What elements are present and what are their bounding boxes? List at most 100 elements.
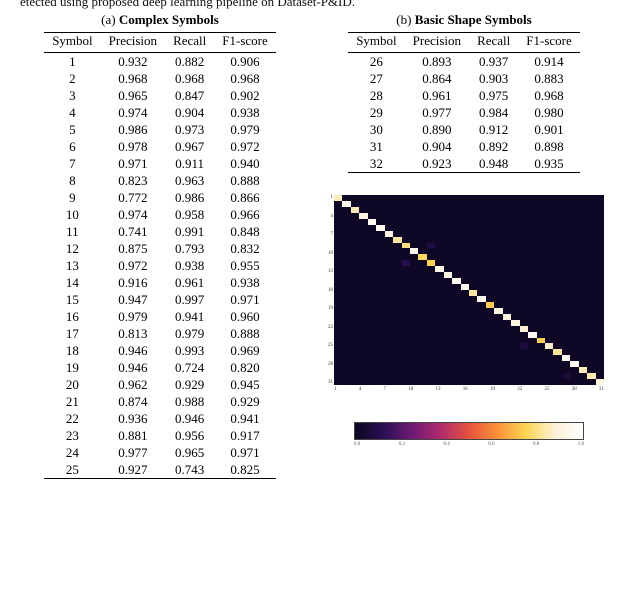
subcaption-b: (b) Basic Shape Symbols xyxy=(314,12,614,28)
colorbar-tick: 0.2 xyxy=(399,442,405,447)
cell-f1: 0.820 xyxy=(214,359,276,376)
cell-recall: 0.975 xyxy=(469,87,518,104)
cell-f1: 0.945 xyxy=(214,376,276,393)
cell-f1: 0.979 xyxy=(214,121,276,138)
ytick: 7 xyxy=(321,232,333,237)
cell-precision: 0.936 xyxy=(101,410,165,427)
heatmap-cell xyxy=(427,379,435,385)
heatmap-figure: 1471013161922252831 1471013161922252831 … xyxy=(314,195,614,447)
cell-precision: 0.916 xyxy=(101,274,165,291)
xtick: 16 xyxy=(463,387,468,392)
cell-recall: 0.904 xyxy=(165,104,214,121)
cell-symbol: 30 xyxy=(348,121,404,138)
cell-f1: 0.966 xyxy=(214,206,276,223)
cell-recall: 0.965 xyxy=(165,444,214,461)
cell-precision: 0.881 xyxy=(101,427,165,444)
table-row: 190.9460.7240.820 xyxy=(44,359,276,376)
table-row: 70.9710.9110.940 xyxy=(44,155,276,172)
heatmap-cell xyxy=(553,379,561,385)
table-row: 240.9770.9650.971 xyxy=(44,444,276,461)
cell-precision: 0.972 xyxy=(101,257,165,274)
cell-recall: 0.979 xyxy=(165,325,214,342)
table-row: 30.9650.8470.902 xyxy=(44,87,276,104)
cell-recall: 0.892 xyxy=(469,138,518,155)
cell-precision: 0.978 xyxy=(101,138,165,155)
table-row: 180.9460.9930.969 xyxy=(44,342,276,359)
table-row: 130.9720.9380.955 xyxy=(44,257,276,274)
cell-precision: 0.977 xyxy=(405,104,469,121)
colorbar-tick: 0.6 xyxy=(488,442,494,447)
cell-symbol: 10 xyxy=(44,206,100,223)
cell-f1: 0.971 xyxy=(214,291,276,308)
cell-recall: 0.724 xyxy=(165,359,214,376)
heatmap-cell xyxy=(596,379,604,385)
xtick: 13 xyxy=(436,387,441,392)
table-row: 90.7720.9860.866 xyxy=(44,189,276,206)
cell-precision: 0.961 xyxy=(405,87,469,104)
table-row: 220.9360.9460.941 xyxy=(44,410,276,427)
cell-precision: 0.893 xyxy=(405,53,469,71)
cell-precision: 0.923 xyxy=(405,155,469,173)
table-row: 40.9740.9040.938 xyxy=(44,104,276,121)
cell-f1: 0.968 xyxy=(518,87,580,104)
cell-recall: 0.911 xyxy=(165,155,214,172)
table-complex: Symbol Precision Recall F1-score 10.9320… xyxy=(44,32,276,479)
colorbar-tick: 0.8 xyxy=(533,442,539,447)
cell-f1: 0.940 xyxy=(214,155,276,172)
cell-precision: 0.979 xyxy=(101,308,165,325)
ytick: 31 xyxy=(321,380,333,385)
table-row: 160.9790.9410.960 xyxy=(44,308,276,325)
table-row: 120.8750.7930.832 xyxy=(44,240,276,257)
table-row: 260.8930.9370.914 xyxy=(348,53,580,71)
th-symbol: Symbol xyxy=(44,33,100,53)
heatmap-cell xyxy=(562,379,570,385)
ytick: 16 xyxy=(321,288,333,293)
cell-recall: 0.961 xyxy=(165,274,214,291)
cell-f1: 0.832 xyxy=(214,240,276,257)
cell-symbol: 11 xyxy=(44,223,100,240)
ytick: 13 xyxy=(321,269,333,274)
cell-f1: 0.888 xyxy=(214,172,276,189)
subcaption-b-bold: Basic Shape Symbols xyxy=(415,12,532,27)
cell-recall: 0.941 xyxy=(165,308,214,325)
cell-symbol: 31 xyxy=(348,138,404,155)
cell-symbol: 28 xyxy=(348,87,404,104)
cell-symbol: 21 xyxy=(44,393,100,410)
cell-recall: 0.956 xyxy=(165,427,214,444)
table-row: 200.9620.9290.945 xyxy=(44,376,276,393)
heatmap-cell xyxy=(494,379,502,385)
table-row: 10.9320.8820.906 xyxy=(44,53,276,71)
table-basic: Symbol Precision Recall F1-score 260.893… xyxy=(348,32,580,173)
table-row: 310.9040.8920.898 xyxy=(348,138,580,155)
cell-symbol: 22 xyxy=(44,410,100,427)
heatmap-cell xyxy=(359,379,367,385)
table-row: 230.8810.9560.917 xyxy=(44,427,276,444)
cell-recall: 0.997 xyxy=(165,291,214,308)
th-precision: Precision xyxy=(405,33,469,53)
ytick: 1 xyxy=(321,195,333,200)
colorbar xyxy=(354,422,584,440)
heatmap-cell xyxy=(385,379,393,385)
cell-symbol: 29 xyxy=(348,104,404,121)
cell-symbol: 9 xyxy=(44,189,100,206)
heatmap-cell xyxy=(452,379,460,385)
cell-symbol: 14 xyxy=(44,274,100,291)
heatmap-xticks: 1471013161922252831 xyxy=(334,387,604,392)
cell-f1: 0.935 xyxy=(518,155,580,173)
table-row: 290.9770.9840.980 xyxy=(348,104,580,121)
cell-f1: 0.971 xyxy=(214,444,276,461)
cell-symbol: 19 xyxy=(44,359,100,376)
heatmap-cell xyxy=(402,379,410,385)
th-precision: Precision xyxy=(101,33,165,53)
cell-precision: 0.772 xyxy=(101,189,165,206)
table-row: 50.9860.9730.979 xyxy=(44,121,276,138)
cell-symbol: 5 xyxy=(44,121,100,138)
cell-symbol: 20 xyxy=(44,376,100,393)
heatmap-cell xyxy=(376,379,384,385)
heatmap-cell xyxy=(477,379,485,385)
cell-recall: 0.988 xyxy=(165,393,214,410)
cell-recall: 0.743 xyxy=(165,461,214,479)
cell-symbol: 18 xyxy=(44,342,100,359)
cell-symbol: 16 xyxy=(44,308,100,325)
cell-precision: 0.965 xyxy=(101,87,165,104)
